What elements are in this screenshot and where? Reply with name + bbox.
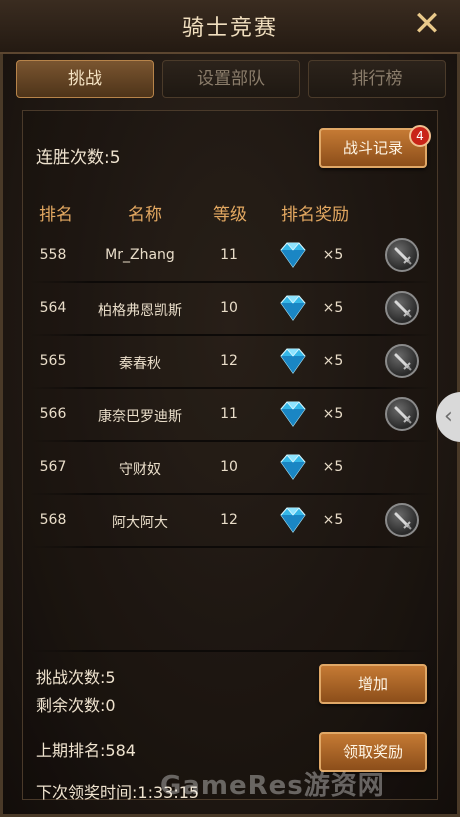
challenge-sword-button[interactable]	[385, 344, 419, 378]
sword-icon	[394, 300, 412, 318]
diamond-icon	[280, 348, 306, 374]
challenge-sword-button[interactable]	[385, 397, 419, 431]
watermark: GameRes游资网	[160, 771, 385, 801]
sword-icon	[394, 247, 412, 265]
row-name: 守财奴	[119, 462, 161, 478]
tab-challenge[interactable]: 挑战	[16, 60, 154, 98]
challenge-sword-button[interactable]	[385, 238, 419, 272]
row-level: 12	[220, 512, 238, 528]
reward-quantity: ×5	[322, 247, 344, 263]
tab-set-troops[interactable]: 设置部队	[162, 60, 300, 98]
row-level: 11	[220, 247, 238, 263]
row-rank: 565	[39, 353, 67, 369]
row-name: Mr_Zhang	[105, 247, 175, 263]
row-name: 柏格弗恩凯斯	[98, 303, 182, 319]
header-level: 等级	[213, 205, 247, 225]
row-rank: 564	[39, 300, 67, 316]
row-name: 秦春秋	[119, 356, 161, 372]
row-rank: 567	[39, 459, 67, 475]
sword-icon	[394, 406, 412, 424]
diamond-icon	[280, 242, 306, 268]
reward-quantity: ×5	[322, 459, 344, 475]
challenge-sword-button[interactable]	[385, 503, 419, 537]
row-level: 11	[220, 406, 238, 422]
row-level: 12	[220, 353, 238, 369]
page-title: 骑士竞赛	[181, 16, 278, 41]
header-reward: 排名奖励	[281, 205, 349, 225]
remaining-count-text: 剩余次数:0	[36, 696, 116, 715]
reward-quantity: ×5	[322, 406, 344, 422]
header-rank: 排名	[39, 205, 73, 225]
reward-quantity: ×5	[322, 353, 344, 369]
row-name: 康奈巴罗迪斯	[98, 409, 182, 425]
diamond-icon	[280, 295, 306, 321]
row-name: 阿大阿大	[112, 515, 168, 531]
row-rank: 568	[39, 512, 67, 528]
last-rank-text: 上期排名:584	[36, 741, 136, 760]
row-level: 10	[220, 459, 238, 475]
challenge-count-text: 挑战次数:5	[36, 668, 116, 687]
notification-badge: 4	[409, 125, 431, 147]
header-name: 名称	[128, 205, 162, 225]
table-row: 567 守财奴 10 ×5	[30, 442, 434, 495]
row-divider	[30, 546, 434, 548]
win-streak-text: 连胜次数:5	[36, 148, 121, 168]
table-row: 564 柏格弗恩凯斯 10 ×5	[30, 283, 434, 336]
section-divider	[30, 650, 430, 652]
tab-leaderboard[interactable]: 排行榜	[308, 60, 446, 98]
diamond-icon	[280, 454, 306, 480]
table-row: 558 Mr_Zhang 11 ×5	[30, 230, 434, 283]
challenge-sword-button[interactable]	[385, 291, 419, 325]
title-bar: 骑士竞赛 ✕	[0, 0, 460, 54]
table-row: 568 阿大阿大 12 ×5	[30, 495, 434, 548]
table-row: 565 秦春秋 12 ×5	[30, 336, 434, 389]
row-level: 10	[220, 300, 238, 316]
diamond-icon	[280, 507, 306, 533]
row-rank: 558	[39, 247, 67, 263]
close-icon[interactable]: ✕	[410, 7, 444, 42]
sword-icon	[394, 512, 412, 530]
reward-quantity: ×5	[322, 300, 344, 316]
sword-icon	[394, 353, 412, 371]
table-row: 566 康奈巴罗迪斯 11 ×5	[30, 389, 434, 442]
reward-quantity: ×5	[322, 512, 344, 528]
add-button[interactable]: 增加	[319, 664, 427, 704]
diamond-icon	[280, 401, 306, 427]
row-rank: 566	[39, 406, 67, 422]
